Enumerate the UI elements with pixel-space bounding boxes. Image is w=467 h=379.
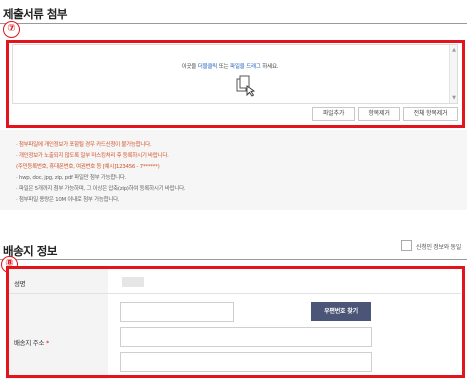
same-as-applicant-checkbox[interactable] (401, 240, 412, 251)
attachment-notes: · 첨부파일에 개인정보가 포함될 경우 카드신청이 불가능합니다. · 개인정… (0, 130, 467, 210)
note-item: · 첨부파일 용량은 10M 이내로 첨부 가능합니다. (16, 197, 120, 203)
note-item: · hwp, doc, jpg, zip, pdf 파일만 첨부 가능합니다. (16, 175, 127, 181)
same-as-applicant-label: 신청인 정보와 동일 (416, 244, 461, 251)
note-item: · 첨부파일에 개인정보가 포함될 경우 카드신청이 불가능합니다. (16, 142, 152, 148)
highlight-box-8 (6, 266, 465, 378)
attachments-section-title: 제출서류 첨부 (3, 7, 67, 21)
note-item: · 개인정보가 노출되지 않도록 일부 마스킹처리 후 등록하시기 바랍니다. (16, 153, 169, 159)
note-item: (주민등록번호, 휴대폰번호, 여권번호 등 [예시]123456 - 7***… (16, 164, 160, 170)
annotation-marker-7: ⑦ (3, 21, 20, 38)
highlight-box-7 (6, 40, 465, 128)
shipping-divider (0, 259, 467, 260)
attachments-divider (0, 23, 467, 24)
note-item: · 파일은 5개까지 첨부 가능하며, 그 이상은 압축(zip)하여 등록하시… (16, 186, 186, 192)
